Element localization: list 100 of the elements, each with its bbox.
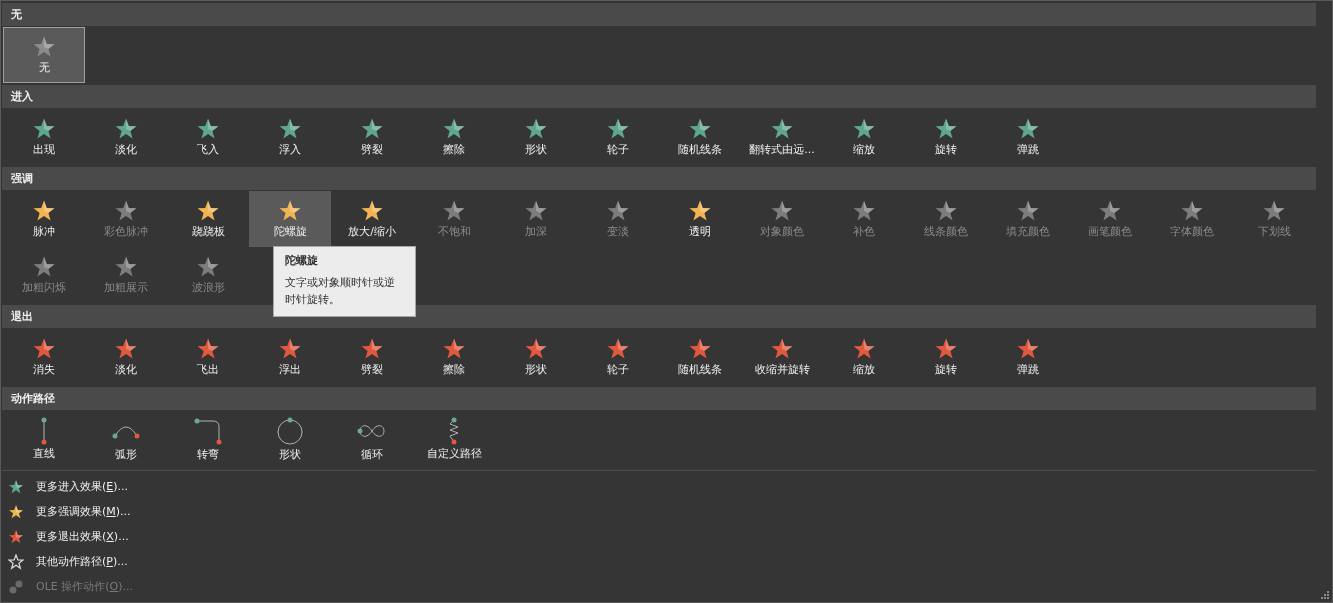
- section-header: 动作路径: [2, 387, 1316, 410]
- star-icon: [32, 255, 56, 279]
- star-icon: [770, 337, 794, 361]
- star-icon: [1262, 199, 1286, 223]
- animation-option[interactable]: 放大/缩小: [331, 191, 413, 247]
- star-icon: [688, 199, 712, 223]
- animation-option[interactable]: 轮子: [577, 329, 659, 385]
- animation-option[interactable]: 淡化: [85, 109, 167, 165]
- motion-path-icon: [449, 417, 459, 445]
- animation-option[interactable]: 缩放: [823, 109, 905, 165]
- animation-option[interactable]: 收缩并旋转: [741, 329, 823, 385]
- animation-option[interactable]: 形状: [249, 411, 331, 467]
- animation-option[interactable]: 擦除: [413, 329, 495, 385]
- star-icon: [1180, 199, 1204, 223]
- section-header: 退出: [2, 305, 1316, 328]
- star-icon: [8, 528, 24, 545]
- star-icon: [114, 337, 138, 361]
- animation-option[interactable]: 直线: [3, 411, 85, 467]
- star-icon: [32, 199, 56, 223]
- star-icon: [934, 337, 958, 361]
- star-icon: [278, 337, 302, 361]
- star-icon: [524, 199, 548, 223]
- animation-option[interactable]: 弹跳: [987, 109, 1069, 165]
- star-icon: [606, 117, 630, 141]
- animation-option[interactable]: 缩放: [823, 329, 905, 385]
- section-header: 无: [2, 3, 1316, 26]
- star-icon: [278, 199, 302, 223]
- star-icon: [442, 337, 466, 361]
- star-icon: [688, 337, 712, 361]
- animation-option[interactable]: 形状: [495, 329, 577, 385]
- star-icon: [114, 117, 138, 141]
- star-icon: [8, 503, 24, 520]
- animation-option[interactable]: 淡化: [85, 329, 167, 385]
- tooltip-title: 陀螺旋: [285, 253, 319, 268]
- animation-option[interactable]: 轮子: [577, 109, 659, 165]
- star-icon: [1098, 199, 1122, 223]
- star-icon: [606, 337, 630, 361]
- animation-option[interactable]: 劈裂: [331, 109, 413, 165]
- star-icon: [196, 117, 220, 141]
- animation-option[interactable]: 劈裂: [331, 329, 413, 385]
- animation-option[interactable]: 弧形: [85, 411, 167, 467]
- star-icon: [114, 199, 138, 223]
- animation-option[interactable]: 飞入: [167, 109, 249, 165]
- star-icon: [278, 117, 302, 141]
- animation-option[interactable]: 飞出: [167, 329, 249, 385]
- star-icon: [606, 199, 630, 223]
- star-icon: [196, 255, 220, 279]
- star-icon: [934, 199, 958, 223]
- star-icon: [852, 199, 876, 223]
- star-icon: [934, 117, 958, 141]
- resize-grip-icon[interactable]: [1321, 591, 1329, 599]
- animation-option[interactable]: 透明: [659, 191, 741, 247]
- star-icon: [32, 337, 56, 361]
- star-icon: [32, 117, 56, 141]
- star-icon: [1016, 199, 1040, 223]
- animation-option[interactable]: 循环: [331, 411, 413, 467]
- star-icon: [32, 35, 56, 59]
- star-icon: [852, 337, 876, 361]
- animation-option[interactable]: 随机线条: [659, 329, 741, 385]
- star-icon: [196, 199, 220, 223]
- star-outline-icon: [8, 553, 24, 570]
- animation-option[interactable]: 擦除: [413, 109, 495, 165]
- star-icon: [8, 478, 24, 495]
- animation-option[interactable]: 陀螺旋: [249, 191, 331, 247]
- star-icon: [442, 199, 466, 223]
- star-icon: [770, 117, 794, 141]
- star-icon: [1016, 337, 1040, 361]
- tooltip-text: 文字或对象顺时针或逆时针旋转。: [285, 275, 396, 308]
- star-icon: [1016, 117, 1040, 141]
- animation-option[interactable]: 翻转式由远...: [741, 109, 823, 165]
- star-icon: [360, 337, 384, 361]
- menu-item[interactable]: 其他动作路径(P)...: [2, 549, 1316, 574]
- section-header: 强调: [2, 167, 1316, 190]
- star-icon: [114, 255, 138, 279]
- animation-option[interactable]: 形状: [495, 109, 577, 165]
- animation-option[interactable]: 旋转: [905, 109, 987, 165]
- menu-item[interactable]: 更多退出效果(X)...: [2, 524, 1316, 549]
- menu-item[interactable]: 更多进入效果(E)...: [2, 474, 1316, 499]
- star-icon: [360, 199, 384, 223]
- menu-item[interactable]: 更多强调效果(M)...: [2, 499, 1316, 524]
- star-icon: [196, 337, 220, 361]
- animation-option[interactable]: 旋转: [905, 329, 987, 385]
- star-icon: [360, 117, 384, 141]
- animation-option[interactable]: 无: [3, 27, 85, 83]
- star-icon: [442, 117, 466, 141]
- animation-option[interactable]: 弹跳: [987, 329, 1069, 385]
- animation-option[interactable]: 浮入: [249, 109, 331, 165]
- star-icon: [770, 199, 794, 223]
- animation-option[interactable]: 自定义路径: [413, 411, 495, 467]
- animation-option[interactable]: 脉冲: [3, 191, 85, 247]
- star-icon: [852, 117, 876, 141]
- animation-option[interactable]: 跷跷板: [167, 191, 249, 247]
- animation-option[interactable]: 随机线条: [659, 109, 741, 165]
- animation-option[interactable]: 出现: [3, 109, 85, 165]
- section-header: 进入: [2, 85, 1316, 108]
- animation-option[interactable]: 浮出: [249, 329, 331, 385]
- motion-path-icon: [275, 416, 305, 446]
- star-icon: [688, 117, 712, 141]
- animation-option[interactable]: 消失: [3, 329, 85, 385]
- animation-option[interactable]: 转弯: [167, 411, 249, 467]
